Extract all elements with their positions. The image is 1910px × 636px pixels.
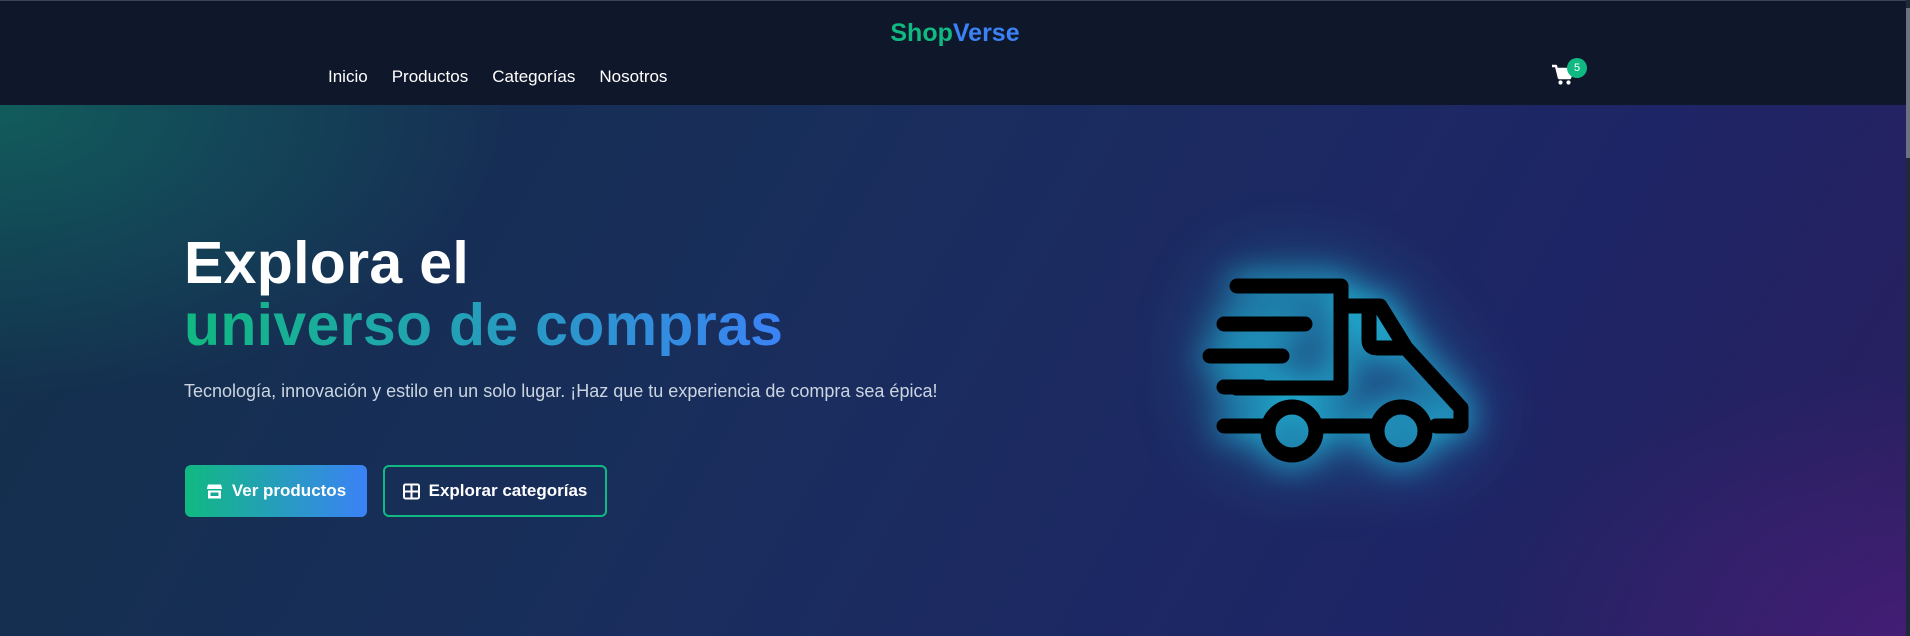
explore-categories-button[interactable]: Explorar categorías xyxy=(383,465,607,517)
view-products-button[interactable]: Ver productos xyxy=(185,465,367,517)
nav-link-categorias[interactable]: Categorías xyxy=(492,67,575,87)
cart-count-badge: 5 xyxy=(1567,58,1587,78)
view-products-label: Ver productos xyxy=(231,481,347,500)
cart-button[interactable]: 5 xyxy=(1551,58,1587,91)
nav-link-nosotros[interactable]: Nosotros xyxy=(599,67,667,87)
fast-delivery-truck-icon xyxy=(1202,278,1469,463)
grid-icon xyxy=(402,483,420,499)
hero-section: Explora el universo de compras Tecnologí… xyxy=(0,105,1910,636)
page-scrollbar-thumb[interactable] xyxy=(1906,8,1910,158)
brand-part-shop: Shop xyxy=(890,19,953,47)
hero-title-line1: Explora el xyxy=(184,230,470,296)
hero-title-line2: universo de compras xyxy=(184,292,784,358)
page: ShopVerse Inicio Productos Categorías No… xyxy=(0,0,1910,636)
navbar: ShopVerse Inicio Productos Categorías No… xyxy=(0,0,1910,105)
hero-subtitle: Tecnología, innovación y estilo en un so… xyxy=(184,381,938,401)
explore-categories-label: Explorar categorías xyxy=(428,481,588,500)
store-icon xyxy=(206,484,223,498)
nav-link-inicio[interactable]: Inicio xyxy=(328,67,368,87)
hero-title: Explora el universo de compras xyxy=(184,232,783,356)
brand-logo[interactable]: ShopVerse xyxy=(0,19,1910,48)
brand-part-verse: Verse xyxy=(952,19,1020,47)
nav-link-productos[interactable]: Productos xyxy=(392,67,469,87)
nav-links: Inicio Productos Categorías Nosotros xyxy=(328,67,667,87)
